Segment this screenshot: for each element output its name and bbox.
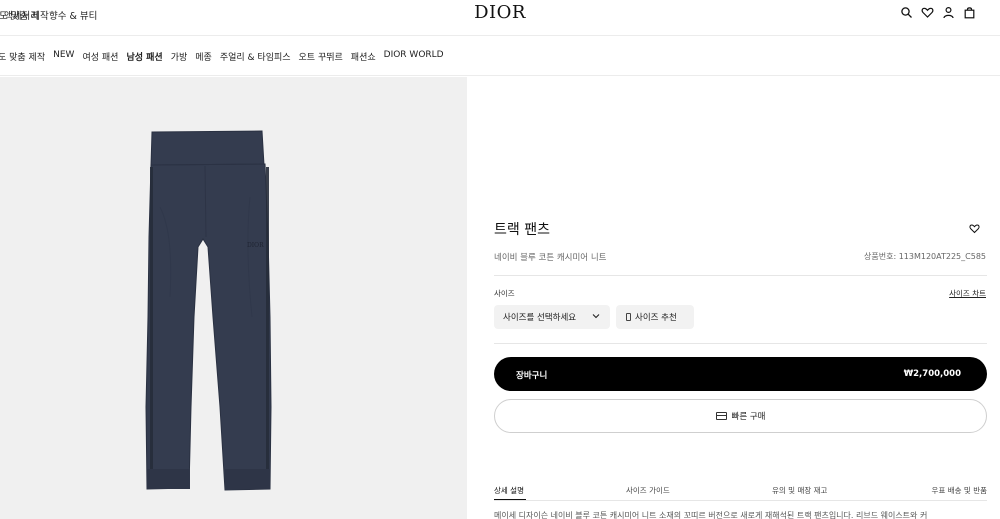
user-icon[interactable]	[942, 6, 955, 19]
main-nav: 도 맞춤 제작 NEW 여성 패션 남성 패션 가방 메종 주얼리 & 타임피스…	[0, 36, 1000, 76]
tab-stock[interactable]: 유의 및 매장 재고	[772, 485, 827, 496]
quick-buy-label: 빠른 구매	[731, 412, 766, 422]
nav-item-men[interactable]: 남성 패션	[126, 50, 162, 63]
ruler-icon	[626, 313, 631, 321]
nav-item-women[interactable]: 여성 패션	[82, 50, 118, 63]
bag-icon[interactable]	[963, 6, 976, 19]
product-info-panel: 트랙 팬츠 네이비 블루 코튼 캐시미어 니트 상품번호: 113M120AT2…	[468, 77, 1000, 519]
active-tab-indicator	[494, 499, 526, 500]
heart-icon[interactable]	[921, 6, 934, 19]
product-price: ₩2,700,000	[903, 369, 961, 379]
nav-item-fashion-show[interactable]: 패션쇼	[351, 50, 376, 63]
wishlist-heart-icon[interactable]	[969, 223, 980, 234]
nav-item-jewelry[interactable]: 주얼리 & 타임피스	[220, 50, 291, 63]
quick-buy-button[interactable]: 빠른 구매	[494, 399, 987, 433]
nav-item-bags[interactable]: 가방	[171, 50, 188, 63]
chevron-down-icon	[592, 314, 600, 319]
nav-item-couture[interactable]: 오트 꾸뛰르	[299, 50, 343, 63]
pants-logo: DIOR	[247, 242, 264, 249]
product-reference: 상품번호: 113M120AT225_C585	[864, 252, 986, 261]
product-subtitle: 네이비 블루 코튼 캐시미어 니트	[494, 253, 607, 263]
product-image[interactable]: DIOR	[0, 77, 467, 519]
add-to-cart-button[interactable]: 장바구니 ₩2,700,000	[494, 357, 987, 391]
nav-items: 도 맞춤 제작 NEW 여성 패션 남성 패션 가방 메종 주얼리 & 타임피스…	[0, 50, 444, 63]
tab-shipping[interactable]: 우표 배송 및 반품	[932, 485, 987, 496]
nav-item-new[interactable]: NEW	[53, 50, 74, 63]
top-bar: 도 맞춤 제작 액세서리 향수 & 뷰티 DIOR	[0, 0, 1000, 36]
product-title: 트랙 팬츠	[494, 222, 550, 238]
product-tabs: 상세 설명 사이즈 가이드 유의 및 매장 재고 우표 배송 및 반품	[494, 481, 987, 501]
add-to-cart-label: 장바구니	[516, 371, 548, 381]
size-label: 사이즈	[494, 289, 515, 298]
size-select-placeholder: 사이즈를 선택하세요	[503, 313, 577, 323]
dior-logo[interactable]: DIOR	[0, 2, 1000, 23]
card-icon	[715, 412, 727, 420]
size-select[interactable]: 사이즈를 선택하세요	[494, 305, 610, 329]
search-icon[interactable]	[900, 6, 913, 19]
tab-details[interactable]: 상세 설명	[494, 485, 524, 496]
size-recommend-label: 사이즈 추천	[635, 313, 677, 323]
size-recommend-button[interactable]: 사이즈 추천	[616, 305, 694, 329]
nav-item-maison[interactable]: 메종	[195, 50, 212, 63]
track-pants-illustration: DIOR	[145, 130, 272, 491]
nav-item-dior-world[interactable]: DIOR WORLD	[384, 50, 444, 63]
header-utilities	[900, 6, 976, 19]
divider	[494, 343, 987, 344]
divider	[494, 275, 987, 276]
size-chart-link[interactable]: 사이즈 차트	[949, 288, 986, 299]
product-description: 메이세 디자이슨 네이비 블루 코튼 캐시미어 니트 소재의 꼬띠르 버전으로 …	[494, 511, 928, 519]
tab-size-guide[interactable]: 사이즈 가이드	[626, 485, 670, 496]
nav-item-tailoring[interactable]: 도 맞춤 제작	[0, 50, 45, 63]
